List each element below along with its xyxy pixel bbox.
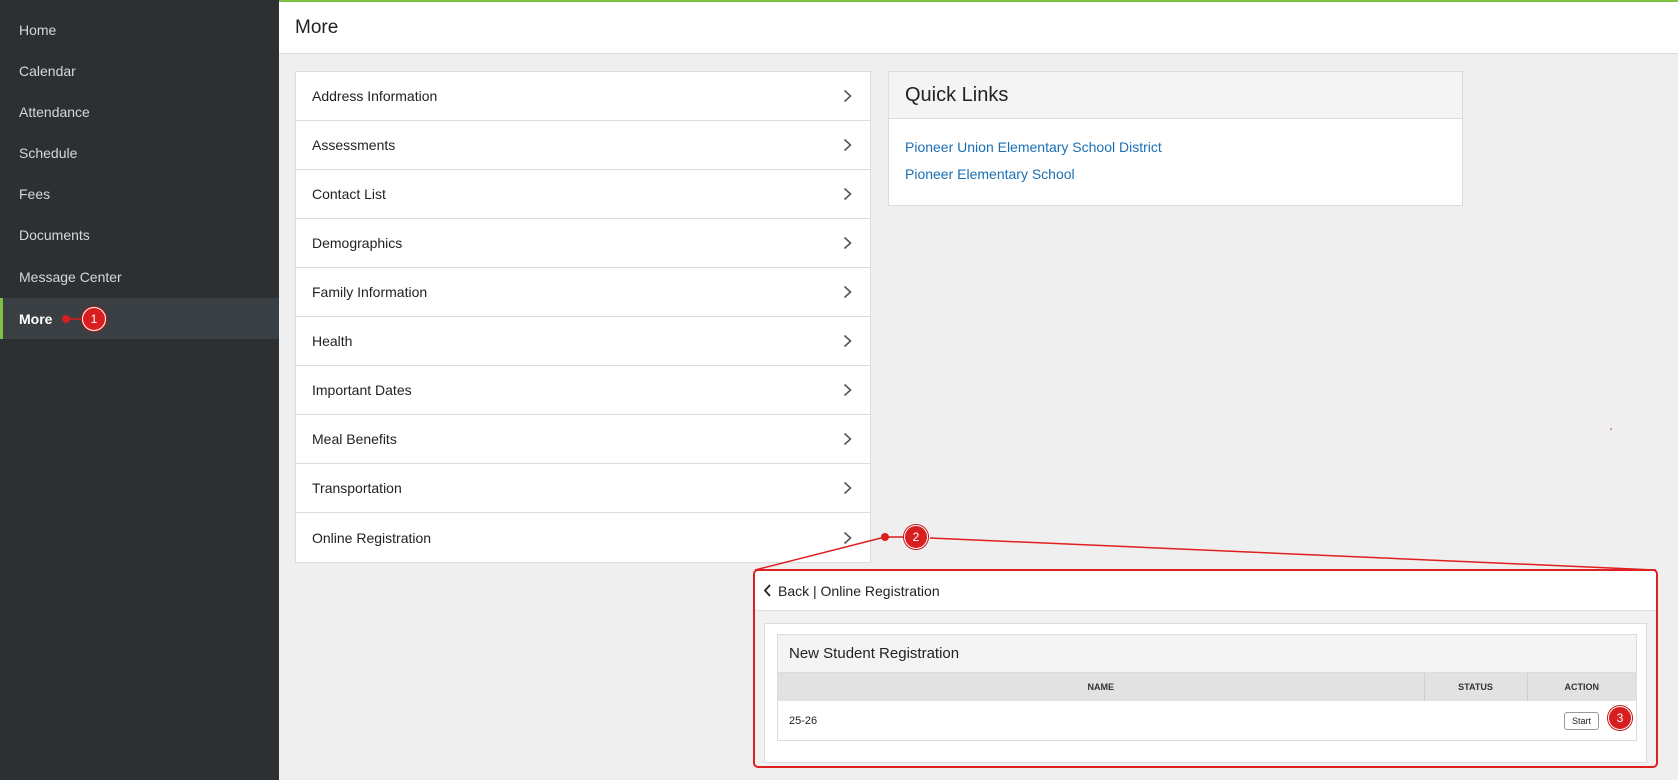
menu-item-important-dates[interactable]: Important Dates bbox=[296, 366, 870, 415]
menu-item-label: Contact List bbox=[312, 186, 386, 202]
menu-item-health[interactable]: Health bbox=[296, 317, 870, 366]
menu-item-contact-list[interactable]: Contact List bbox=[296, 170, 870, 219]
chevron-right-icon bbox=[840, 285, 854, 299]
column-header-status: STATUS bbox=[1424, 673, 1528, 701]
chevron-left-icon bbox=[763, 584, 771, 597]
sidebar: Home Calendar Attendance Schedule Fees D… bbox=[0, 0, 279, 780]
annotation-badge-1: 1 bbox=[82, 307, 106, 331]
chevron-right-icon bbox=[840, 432, 854, 446]
quick-links-panel: Quick Links Pioneer Union Elementary Sch… bbox=[888, 71, 1463, 206]
sidebar-item-message-center[interactable]: Message Center bbox=[0, 256, 279, 297]
chevron-right-icon bbox=[840, 334, 854, 348]
registration-panel: New Student Registration NAME STATUS ACT… bbox=[764, 623, 1647, 763]
menu-item-family-information[interactable]: Family Information bbox=[296, 268, 870, 317]
annotation-badge-3: 3 bbox=[1608, 706, 1632, 730]
chevron-right-icon bbox=[840, 531, 854, 545]
chevron-right-icon bbox=[840, 187, 854, 201]
column-header-action: ACTION bbox=[1527, 673, 1636, 701]
quick-link-district[interactable]: Pioneer Union Elementary School District bbox=[905, 139, 1446, 155]
sidebar-item-label: Schedule bbox=[19, 144, 78, 161]
menu-item-address-information[interactable]: Address Information bbox=[296, 72, 870, 121]
registration-card-title: New Student Registration bbox=[778, 635, 1636, 673]
back-link[interactable]: Back | Online Registration bbox=[755, 571, 1656, 611]
menu-item-label: Important Dates bbox=[312, 382, 412, 398]
annotation-badge-2: 2 bbox=[904, 525, 928, 549]
page-header: More bbox=[279, 2, 1678, 54]
menu-item-label: Family Information bbox=[312, 284, 428, 300]
sidebar-item-calendar[interactable]: Calendar bbox=[0, 50, 279, 91]
menu-item-online-registration[interactable]: Online Registration bbox=[296, 513, 870, 562]
menu-item-assessments[interactable]: Assessments bbox=[296, 121, 870, 170]
sidebar-item-label: Fees bbox=[19, 185, 51, 202]
sidebar-item-label: Home bbox=[19, 21, 57, 38]
sidebar-item-label: Calendar bbox=[19, 62, 76, 79]
chevron-right-icon bbox=[840, 481, 854, 495]
menu-item-transportation[interactable]: Transportation bbox=[296, 464, 870, 513]
menu-item-label: Online Registration bbox=[312, 529, 432, 546]
menu-item-label: Address Information bbox=[312, 88, 438, 104]
registration-card: New Student Registration NAME STATUS ACT… bbox=[777, 634, 1637, 741]
chevron-right-icon bbox=[840, 89, 854, 103]
more-menu-list: Address Information Assessments Contact … bbox=[295, 71, 871, 563]
sidebar-item-fees[interactable]: Fees bbox=[0, 173, 279, 214]
sidebar-item-schedule[interactable]: Schedule bbox=[0, 132, 279, 173]
chevron-right-icon bbox=[840, 236, 854, 250]
sidebar-item-label: Documents bbox=[19, 226, 90, 243]
sidebar-item-home[interactable]: Home bbox=[0, 9, 279, 50]
sidebar-item-label: More bbox=[19, 310, 53, 327]
menu-item-label: Transportation bbox=[312, 480, 402, 496]
back-label: Back | Online Registration bbox=[778, 582, 940, 599]
menu-item-label: Assessments bbox=[312, 137, 396, 153]
page-title: More bbox=[295, 16, 339, 38]
menu-item-label: Health bbox=[312, 333, 353, 349]
start-button[interactable]: Start bbox=[1563, 712, 1599, 730]
menu-item-meal-benefits[interactable]: Meal Benefits bbox=[296, 415, 870, 464]
chevron-right-icon bbox=[840, 383, 854, 397]
sidebar-item-more[interactable]: More bbox=[0, 298, 279, 339]
online-registration-callout: Back | Online Registration New Student R… bbox=[753, 569, 1658, 768]
registration-table: NAME STATUS ACTION 25-26 Start bbox=[778, 673, 1636, 741]
table-row: 25-26 Start bbox=[778, 701, 1636, 741]
column-header-name: NAME bbox=[778, 673, 1425, 701]
sidebar-item-label: Attendance bbox=[19, 103, 90, 120]
menu-item-label: Meal Benefits bbox=[312, 431, 397, 447]
row-status bbox=[1424, 701, 1527, 741]
menu-item-demographics[interactable]: Demographics bbox=[296, 219, 870, 268]
quick-links-title: Quick Links bbox=[889, 72, 1462, 119]
sidebar-item-label: Message Center bbox=[19, 268, 122, 285]
menu-item-label: Demographics bbox=[312, 235, 403, 251]
quick-link-school[interactable]: Pioneer Elementary School bbox=[905, 166, 1446, 182]
chevron-right-icon bbox=[840, 138, 854, 152]
sidebar-item-documents[interactable]: Documents bbox=[0, 214, 279, 255]
sidebar-item-attendance[interactable]: Attendance bbox=[0, 91, 279, 132]
row-name: 25-26 bbox=[789, 715, 818, 727]
